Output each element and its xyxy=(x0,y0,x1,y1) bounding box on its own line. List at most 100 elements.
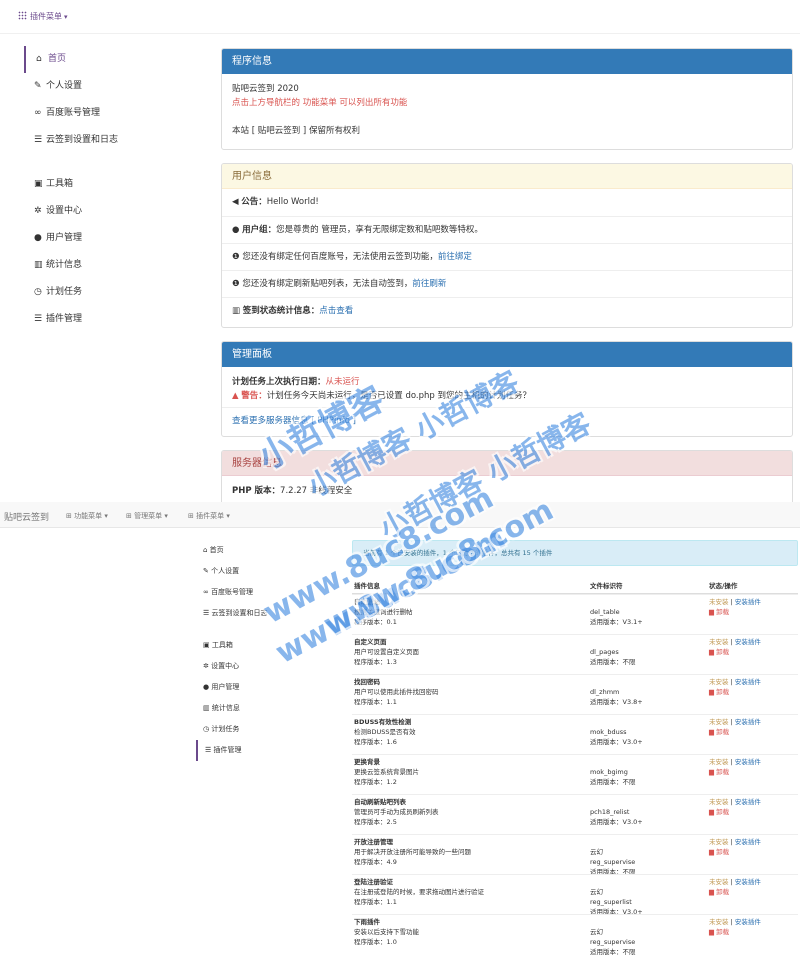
install-plugin-link[interactable]: 安装插件 xyxy=(735,758,761,766)
plugin-menu-dropdown[interactable]: ⊞ 插件菜单 ▾ xyxy=(188,511,230,521)
sidebar-item-plugin-management[interactable]: ☰ 插件管理 xyxy=(196,740,336,761)
install-plugin-link[interactable]: 安装插件 xyxy=(735,678,761,686)
user-icon: ● xyxy=(232,225,243,235)
install-plugin-link[interactable]: 安装插件 xyxy=(735,718,761,726)
phpinfo-link[interactable]: 查看更多服务器信息 [ PHPInfo ] xyxy=(232,416,356,426)
program-info-panel: 程序信息 贴吧云签到 2020 点击上方导航栏的 功能菜单 可以列出所有功能 本… xyxy=(221,48,793,150)
uninstall-link[interactable]: 卸载 xyxy=(716,648,729,656)
sidebar-item-user-management[interactable]: ● 用户管理 xyxy=(24,225,194,252)
bind-account-row: ❶ 您还没有绑定任何百度账号，无法使用云签到功能，前往绑定 xyxy=(222,243,792,270)
plugin-required-version: 适用版本：V3.8+ xyxy=(590,698,643,706)
install-plugin-link[interactable]: 安装插件 xyxy=(735,638,761,646)
uninstall-link[interactable]: 卸载 xyxy=(716,848,729,856)
list-icon: ☰ xyxy=(34,314,43,324)
bullhorn-icon: ◀ xyxy=(232,197,242,207)
panel-title: 程序信息 xyxy=(222,49,792,74)
plugin-menu-dropdown[interactable]: 插件菜单 ▾ xyxy=(18,11,68,22)
sidebar-item-scheduled-tasks[interactable]: ◷ 计划任务 xyxy=(24,279,194,306)
go-bind-link[interactable]: 前往绑定 xyxy=(438,252,472,262)
gear-icon: ✲ xyxy=(34,206,42,216)
plugin-info-cell: 自动删帖 根据关键词进行删帖 程序版本：0.1 xyxy=(354,597,413,627)
status-cell: 未安装 | 安装插件 ▆ 卸载 xyxy=(709,718,761,736)
table-row: 找回密码 用户可以使用此插件找回密码 程序版本：1.1 dl_zhmm 适用版本：V3.… xyxy=(352,674,798,714)
uninstall-link[interactable]: 卸载 xyxy=(716,608,729,616)
chart-icon: ▥ xyxy=(34,260,43,270)
plugin-required-version: 适用版本：V3.0+ xyxy=(590,818,643,826)
install-plugin-link[interactable]: 安装插件 xyxy=(735,838,761,846)
admin-menu-dropdown[interactable]: ⊞ 管理菜单 ▾ xyxy=(126,511,168,521)
plugin-name: 更换背景 xyxy=(354,758,380,766)
plugin-version: 程序版本：1.0 xyxy=(354,938,397,946)
grid-icon: ⊞ xyxy=(126,512,135,520)
list-icon: ☰ xyxy=(34,135,43,145)
admin-panel: 管理面板 计划任务上次执行日期：从未运行 ▲ 警告：计划任务今天尚未运行，是否已… xyxy=(221,341,793,437)
header-plugin-info: 插件信息 xyxy=(354,582,380,590)
plugin-required-version: 适用版本：不限 xyxy=(590,658,636,666)
uninstall-link[interactable]: 卸载 xyxy=(716,728,729,736)
sidebar-item-toolbox[interactable]: ▣ 工具箱 xyxy=(196,635,336,656)
caret-down-icon: ▾ xyxy=(64,13,68,21)
php-version: 7.2.27 非线程安全 xyxy=(280,486,353,496)
plugin-info-cell: BDUSS有效性检测 检测BDUSS是否有效 程序版本：1.6 xyxy=(354,717,415,747)
sidebar-item-toolbox[interactable]: ▣ 工具箱 xyxy=(24,171,194,198)
sidebar-item-scheduled-tasks[interactable]: ◷ 计划任务 xyxy=(196,719,336,740)
sidebar-item-statistics[interactable]: ▥ 统计信息 xyxy=(196,698,336,719)
sidebar: ⌂ 首页 ✎ 个人设置 ∞ 百度账号管理 ☰ 云签到设置和日志 ▣ 工具箱 ✲ … xyxy=(196,540,336,761)
plugin-file-id: dl_pages xyxy=(590,648,619,656)
plugin-file-id: pch18_relist xyxy=(590,808,630,816)
sidebar-item-cloud-sign-settings[interactable]: ☰ 云签到设置和日志 xyxy=(24,127,194,154)
plugin-name: 自动刷新贴吧列表 xyxy=(354,798,406,806)
sidebar-item-home[interactable]: ⌂ 首页 xyxy=(196,540,336,561)
file-id-cell: dl_zhmm 适用版本：V3.8+ xyxy=(590,677,643,707)
install-plugin-link[interactable]: 安装插件 xyxy=(735,878,761,886)
status-uninstalled: 未安装 xyxy=(709,758,729,766)
plugin-count-alert: 当前有 1 个已安装的插件，1 个已激活的插件，总共有 15 个插件 xyxy=(352,540,798,566)
info-circle-icon: ❶ xyxy=(232,252,243,262)
plugin-info-cell: 自动刷新贴吧列表 管理员可手动为成员刷新列表 程序版本：2.5 xyxy=(354,797,439,827)
sidebar-item-plugin-management[interactable]: ☰ 插件管理 xyxy=(24,306,194,333)
sidebar-item-baidu-accounts[interactable]: ∞ 百度账号管理 xyxy=(196,582,336,603)
go-refresh-link[interactable]: 前往刷新 xyxy=(412,279,446,289)
header-status: 状态/操作 xyxy=(709,582,738,590)
uninstall-link[interactable]: 卸载 xyxy=(716,768,729,776)
brand-title[interactable]: 贴吧云签到 xyxy=(4,510,49,523)
file-id-cell: 云幻 reg_supervise 适用版本：不限 xyxy=(590,837,636,877)
header-file-id: 文件标识符 xyxy=(590,582,623,590)
copyright-text: 本站 [ 贴吧云签到 ] 保留所有权利 xyxy=(232,126,360,136)
install-plugin-link[interactable]: 安装插件 xyxy=(735,918,761,926)
uninstall-link[interactable]: 卸载 xyxy=(716,688,729,696)
plugin-file-id: dl_zhmm xyxy=(590,688,620,696)
view-stats-link[interactable]: 点击查看 xyxy=(319,306,353,316)
install-plugin-link[interactable]: 安装插件 xyxy=(735,598,761,606)
file-id-cell: 云幻 reg_supervise 适用版本：不限 xyxy=(590,917,636,957)
file-id-cell: del_table 适用版本：V3.1+ xyxy=(590,597,643,627)
user-group-row: ● 用户组：您是尊贵的 管理员，享有无限绑定数和贴吧数等特权。 xyxy=(222,216,792,243)
install-plugin-link[interactable]: 安装插件 xyxy=(735,798,761,806)
sidebar-item-settings-center[interactable]: ✲ 设置中心 xyxy=(24,198,194,225)
plugin-version: 程序版本：1.6 xyxy=(354,738,397,746)
plugin-required-version: 适用版本：V3.1+ xyxy=(590,618,643,626)
sidebar-item-statistics[interactable]: ▥ 统计信息 xyxy=(24,252,194,279)
uninstall-link[interactable]: 卸载 xyxy=(716,808,729,816)
plugin-name: 自定义页面 xyxy=(354,638,387,646)
home-icon: ⌂ xyxy=(36,54,42,64)
sidebar-item-home[interactable]: ⌂ 首页 xyxy=(24,46,194,73)
sidebar-item-user-management[interactable]: ● 用户管理 xyxy=(196,677,336,698)
table-row: 自动刷新贴吧列表 管理员可手动为成员刷新列表 程序版本：2.5 pch18_relis… xyxy=(352,794,798,834)
uninstall-link[interactable]: 卸载 xyxy=(716,888,729,896)
uninstall-link[interactable]: 卸载 xyxy=(716,928,729,936)
plugin-desc: 在注册或登陆的时候，要求拖动图片进行验证 xyxy=(354,888,484,896)
sidebar-item-personal-settings[interactable]: ✎ 个人设置 xyxy=(196,561,336,582)
sidebar-item-settings-center[interactable]: ✲ 设置中心 xyxy=(196,656,336,677)
status-uninstalled: 未安装 xyxy=(709,638,729,646)
table-row: 下雨插件 安装以后支持下雪功能 程序版本：1.0 云幻 reg_supervise 适用版… xyxy=(352,914,798,957)
user-info-panel: 用户信息 ◀ 公告：Hello World! ● 用户组：您是尊贵的 管理员，享… xyxy=(221,163,793,328)
sidebar-item-baidu-accounts[interactable]: ∞ 百度账号管理 xyxy=(24,100,194,127)
function-menu-dropdown[interactable]: ⊞ 功能菜单 ▾ xyxy=(66,511,108,521)
sidebar-item-personal-settings[interactable]: ✎ 个人设置 xyxy=(24,73,194,100)
panel-title: 用户信息 xyxy=(222,164,792,189)
notice-row: ◀ 公告：Hello World! xyxy=(232,197,319,207)
status-cell: 未安装 | 安装插件 ▆ 卸载 xyxy=(709,798,761,816)
sidebar-item-cloud-sign-settings[interactable]: ☰ 云签到设置和日志 xyxy=(196,603,336,624)
plugin-name: BDUSS有效性检测 xyxy=(354,718,412,726)
